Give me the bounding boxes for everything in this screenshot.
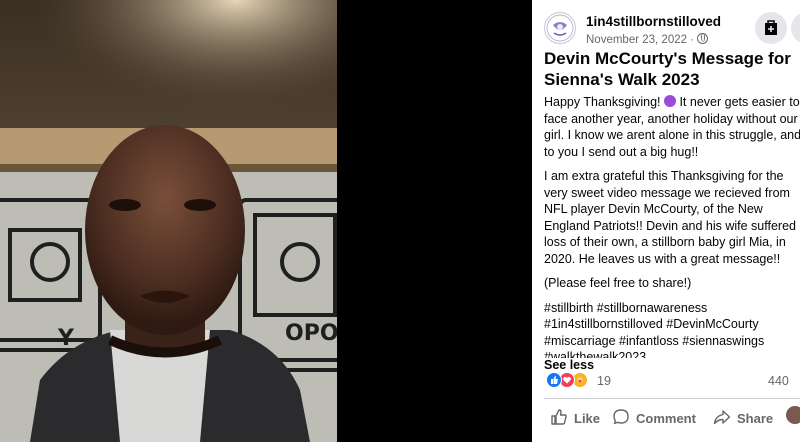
p1-line-1: It never gets easier to bbox=[675, 95, 800, 109]
svg-text:OPO: OPO bbox=[285, 321, 337, 346]
close-button[interactable] bbox=[791, 12, 800, 44]
like-icon bbox=[551, 409, 567, 425]
p1-line-3: girl. I know we arent alone in this stru… bbox=[544, 128, 800, 142]
post-title-line-2: Sienna's Walk 2023 bbox=[544, 70, 700, 89]
globe-icon bbox=[697, 33, 709, 44]
viewer-avatar[interactable] bbox=[786, 406, 800, 424]
post-paragraph-3: (Please feel free to share!) bbox=[544, 276, 692, 290]
share-label: Share bbox=[737, 411, 774, 426]
letterbox-area bbox=[337, 0, 532, 442]
reactions-bar[interactable]: 19 440 bbox=[544, 371, 800, 391]
close-icon bbox=[791, 12, 800, 44]
p2-line-0: I am extra grateful this Thanksgiving fo… bbox=[544, 169, 784, 183]
like-reaction-icon bbox=[546, 372, 562, 388]
post-content: Devin McCourty's Message for Sienna's Wa… bbox=[544, 48, 800, 372]
hashtag-line[interactable]: #miscarriage #infantloss #siennaswings bbox=[544, 333, 800, 350]
p2-line-2: NFL player Devin McCourty, of the New bbox=[544, 202, 763, 216]
post-panel: 1in4stillbornstilloved November 23, 2022… bbox=[532, 0, 800, 442]
share-button[interactable]: Share bbox=[713, 408, 773, 426]
post-paragraph-2: I am extra grateful this Thanksgiving fo… bbox=[544, 168, 800, 267]
share-icon bbox=[713, 410, 731, 425]
like-button[interactable]: Like bbox=[550, 408, 600, 426]
svg-text:Y: Y bbox=[57, 326, 75, 351]
comment-button[interactable]: Comment bbox=[612, 408, 696, 426]
comment-icon bbox=[613, 409, 629, 425]
action-bar: Like Comment Share bbox=[532, 402, 800, 436]
page-avatar[interactable] bbox=[544, 12, 576, 44]
p2-line-5: 2020. He leaves us with a great message!… bbox=[544, 251, 781, 266]
post-title-line-1: Devin McCourty's Message for bbox=[544, 49, 791, 68]
comment-label: Comment bbox=[636, 411, 696, 426]
see-less-link[interactable]: See less bbox=[544, 358, 800, 372]
video-player[interactable]: OPO Y bbox=[0, 0, 337, 442]
p1-line-4: to you I send out a big hug!! bbox=[544, 144, 699, 159]
hashtag-line[interactable]: #walkthewalk2023 bbox=[544, 349, 800, 358]
p1-line-2: face another year, another holiday witho… bbox=[544, 111, 798, 126]
p2-line-3: England Patriots!! Devin and his wife su… bbox=[544, 218, 796, 233]
video-frame: OPO Y bbox=[0, 0, 337, 442]
p2-line-1: very sweet video message we recieved fro… bbox=[544, 185, 790, 200]
p1-line-0: Happy Thanksgiving! bbox=[544, 95, 664, 109]
hashtag-line[interactable]: #1in4stillbornstilloved #DevinMcCourty bbox=[544, 316, 800, 333]
hashtag-list: #stillbirth #stillbornawareness #1in4sti… bbox=[544, 300, 800, 358]
bookmark-button[interactable] bbox=[755, 12, 787, 44]
divider bbox=[544, 398, 800, 399]
p2-line-4: loss of their own, a stillborn baby girl… bbox=[544, 235, 786, 249]
bookmark-icon bbox=[765, 20, 777, 35]
post-date[interactable]: November 23, 2022 · bbox=[586, 33, 709, 46]
comment-count[interactable]: 440 bbox=[768, 374, 789, 388]
post-title: Devin McCourty's Message for Sienna's Wa… bbox=[544, 48, 800, 90]
page-logo-icon bbox=[546, 14, 574, 42]
post-paragraph-1: Happy Thanksgiving! It never gets easier… bbox=[544, 94, 800, 160]
hashtag-line[interactable]: #stillbirth #stillbornawareness bbox=[544, 300, 800, 317]
purple-heart-emoji bbox=[663, 95, 676, 107]
like-label: Like bbox=[574, 411, 601, 426]
reaction-count: 19 bbox=[597, 374, 611, 388]
page-name[interactable]: 1in4stillbornstilloved bbox=[586, 14, 721, 29]
post-date-text: November 23, 2022 · bbox=[586, 34, 695, 46]
